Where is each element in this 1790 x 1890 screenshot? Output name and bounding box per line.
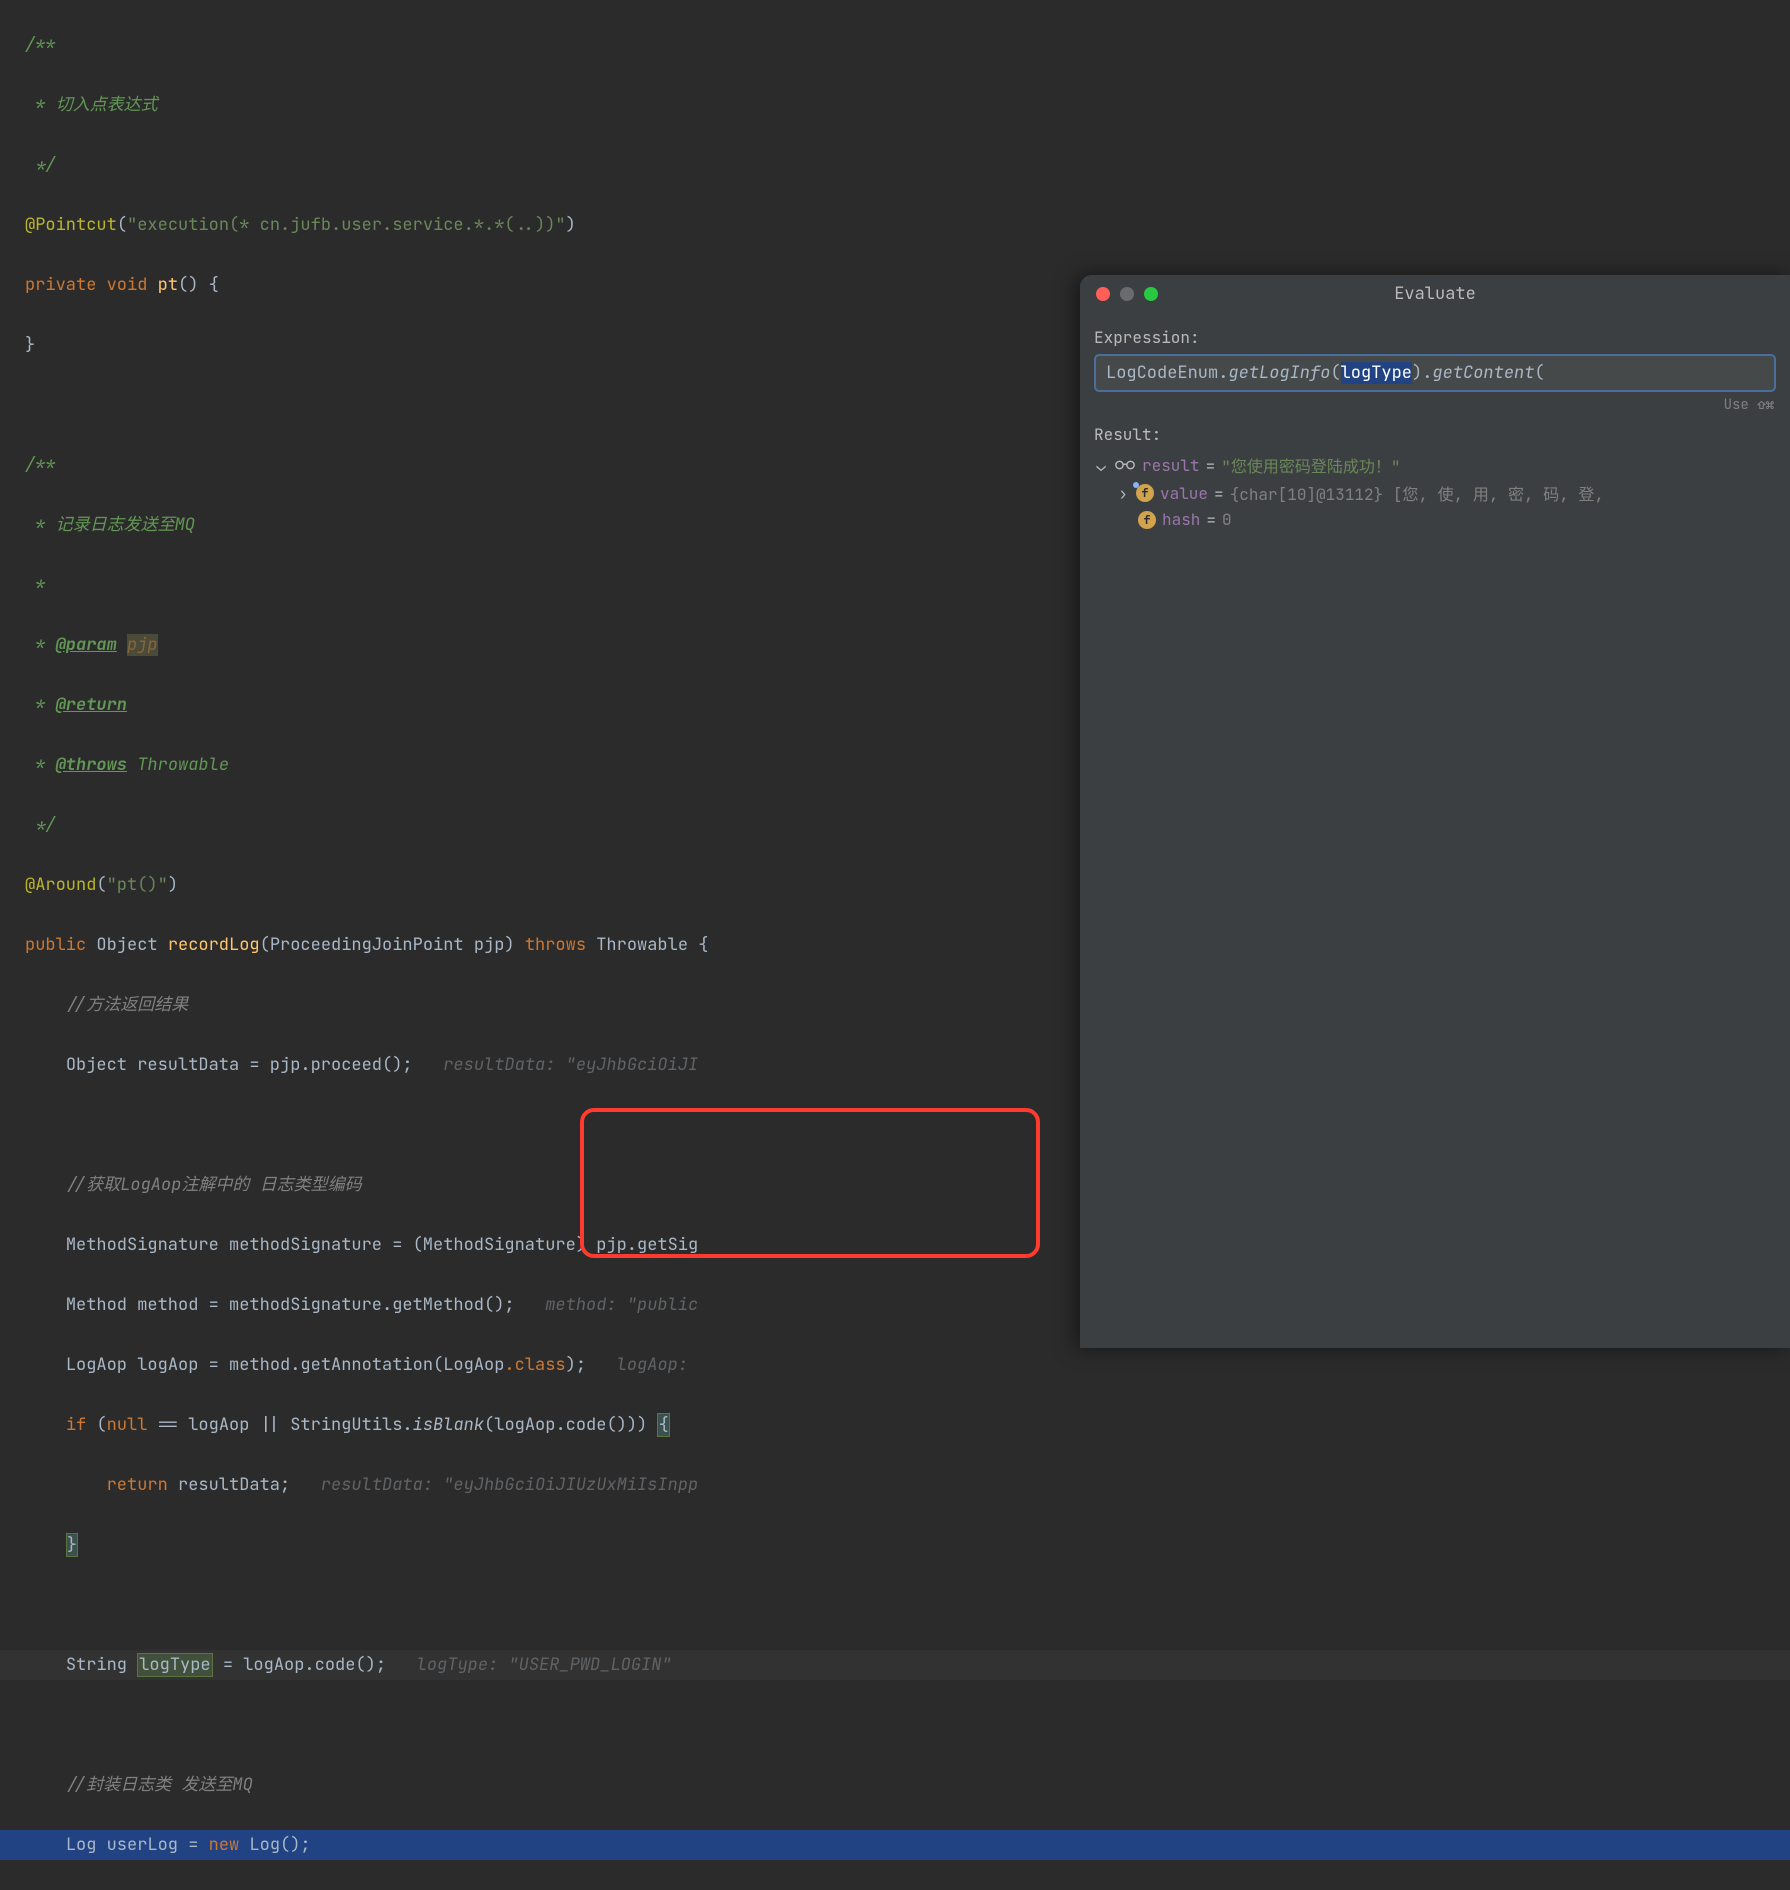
- chevron-right-icon[interactable]: ›: [1116, 483, 1130, 504]
- javadoc-throws-type: Throwable: [137, 754, 229, 776]
- keyword: if: [66, 1414, 86, 1436]
- javadoc-tag: @param: [56, 634, 117, 656]
- field-name: value: [1160, 483, 1208, 504]
- annotation-pointcut: @Pointcut: [25, 214, 117, 236]
- window-controls[interactable]: [1080, 287, 1158, 301]
- method-name: pt: [158, 274, 178, 296]
- selected-text: logType: [1341, 362, 1412, 384]
- expression-input[interactable]: LogCodeEnum.getLogInfo(logType).getConte…: [1094, 354, 1776, 392]
- dialog-titlebar[interactable]: Evaluate: [1080, 275, 1790, 313]
- javadoc-line: * 记录日志发送至MQ: [25, 514, 195, 536]
- close-icon[interactable]: [1096, 287, 1110, 301]
- javadoc: /**: [25, 34, 56, 56]
- javadoc: /**: [25, 454, 56, 476]
- watch-icon: [1114, 458, 1136, 472]
- tree-row-value[interactable]: › f value = {char[10]@13112} [您, 使, 用, 密…: [1094, 479, 1776, 507]
- comment: //获取LogAop注解中的 日志类型编码: [66, 1174, 362, 1196]
- tree-row-hash[interactable]: f hash = 0: [1094, 507, 1776, 532]
- string-lit: "pt()": [107, 874, 168, 896]
- minimize-icon[interactable]: [1120, 287, 1134, 301]
- javadoc-close: */: [25, 814, 56, 836]
- brace-highlight: {: [657, 1413, 669, 1437]
- shortcut-hint: Use ⇧⌘: [1094, 392, 1776, 418]
- javadoc-close: */: [25, 154, 56, 176]
- field-name: hash: [1162, 509, 1200, 530]
- keyword: new: [209, 1834, 240, 1856]
- inlay-hint: resultData: "eyJhbGciOiJIUzUxMiIsInpp: [321, 1474, 698, 1496]
- inlay-hint: logType: "USER_PWD_LOGIN": [417, 1654, 672, 1676]
- keyword: private: [25, 274, 96, 296]
- javadoc-line: *: [25, 574, 45, 596]
- tree-row-result[interactable]: ⌄ result = "您使用密码登陆成功！": [1094, 451, 1776, 479]
- expression-label: Expression:: [1094, 327, 1776, 348]
- field-value: 0: [1222, 509, 1232, 530]
- keyword: throws: [525, 934, 586, 956]
- field-icon: f: [1138, 511, 1156, 529]
- dialog-title: Evaluate: [1394, 283, 1476, 305]
- comment: //封装日志类 发送至MQ: [66, 1774, 253, 1796]
- chevron-down-icon[interactable]: ⌄: [1094, 455, 1108, 476]
- keyword: public: [25, 934, 86, 956]
- javadoc-tag: @return: [56, 694, 127, 716]
- annotation-around: @Around: [25, 874, 96, 896]
- brace-close: }: [25, 334, 35, 356]
- field-icon: f: [1136, 484, 1154, 502]
- result-value: "您使用密码登陆成功！": [1221, 453, 1400, 477]
- keyword: null: [107, 1414, 148, 1436]
- maximize-icon[interactable]: [1144, 287, 1158, 301]
- result-tree[interactable]: ⌄ result = "您使用密码登陆成功！" › f value = {cha…: [1094, 451, 1776, 532]
- inlay-hint: resultData: "eyJhbGciOiJI: [443, 1054, 698, 1076]
- evaluate-dialog[interactable]: Evaluate Expression: LogCodeEnum.getLogI…: [1080, 275, 1790, 1348]
- pin-dot-icon: [1133, 482, 1139, 488]
- keyword: void: [107, 274, 148, 296]
- field-value: {char[10]@13112} [您, 使, 用, 密, 码, 登,: [1230, 481, 1604, 505]
- javadoc-line: * 切入点表达式: [25, 94, 158, 116]
- static-method: isBlank: [413, 1414, 484, 1436]
- inlay-hint: method: "public: [545, 1294, 698, 1316]
- variable-highlight: logType: [137, 1653, 212, 1677]
- javadoc-tag: @throws: [56, 754, 127, 776]
- string-lit: "execution(* cn.jufb.user.service.*.*(..…: [127, 214, 566, 236]
- method-name: recordLog: [168, 934, 260, 956]
- keyword: return: [107, 1474, 168, 1496]
- javadoc-param: pjp: [127, 634, 158, 656]
- comment: //方法返回结果: [66, 994, 188, 1016]
- execution-point-line: Log userLog = new Log();: [0, 1830, 1790, 1860]
- result-name: result: [1142, 455, 1200, 476]
- result-label: Result:: [1094, 424, 1776, 445]
- brace-highlight: }: [66, 1533, 78, 1557]
- inlay-hint: logAop:: [617, 1354, 688, 1376]
